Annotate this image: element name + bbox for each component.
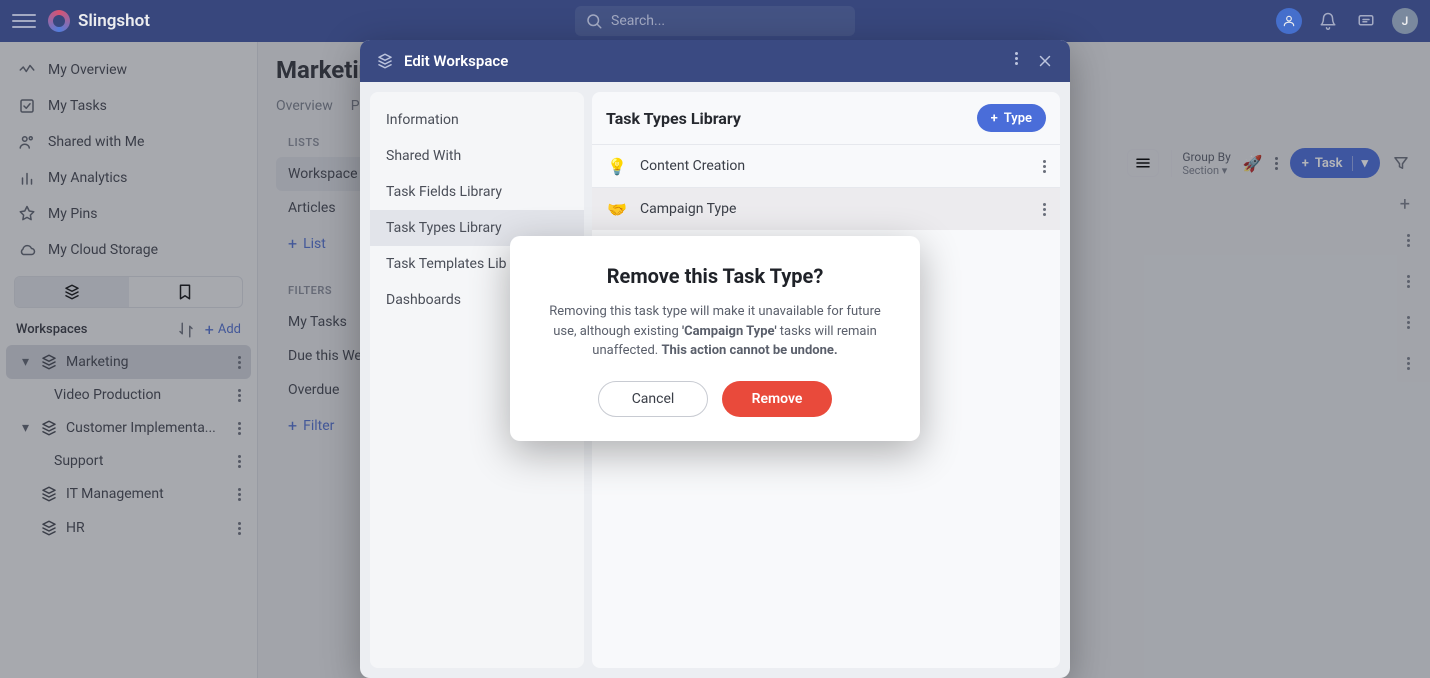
msb-information[interactable]: Information <box>370 102 584 138</box>
remove-button[interactable]: Remove <box>722 381 832 417</box>
msb-shared-with[interactable]: Shared With <box>370 138 584 174</box>
confirm-dialog: Remove this Task Type? Removing this tas… <box>510 236 920 441</box>
task-types-title: Task Types Library <box>606 109 741 128</box>
msb-task-fields[interactable]: Task Fields Library <box>370 174 584 210</box>
confirm-title: Remove this Task Type? <box>538 264 892 288</box>
dialog-title: Edit Workspace <box>404 52 508 70</box>
cancel-button[interactable]: Cancel <box>598 381 708 417</box>
lightbulb-icon: 💡 <box>606 155 628 177</box>
stack-icon <box>376 52 394 70</box>
task-type-campaign[interactable]: 🤝Campaign Type <box>592 187 1060 230</box>
task-type-more-icon[interactable] <box>1043 160 1046 173</box>
add-type-button[interactable]: +Type <box>977 104 1046 132</box>
dialog-more-icon[interactable] <box>1015 52 1018 70</box>
task-type-content-creation[interactable]: 💡Content Creation <box>592 144 1060 187</box>
confirm-body: Removing this task type will make it una… <box>538 302 892 361</box>
handshake-icon: 🤝 <box>606 198 628 220</box>
close-icon[interactable] <box>1036 52 1054 70</box>
task-type-more-icon[interactable] <box>1043 203 1046 216</box>
